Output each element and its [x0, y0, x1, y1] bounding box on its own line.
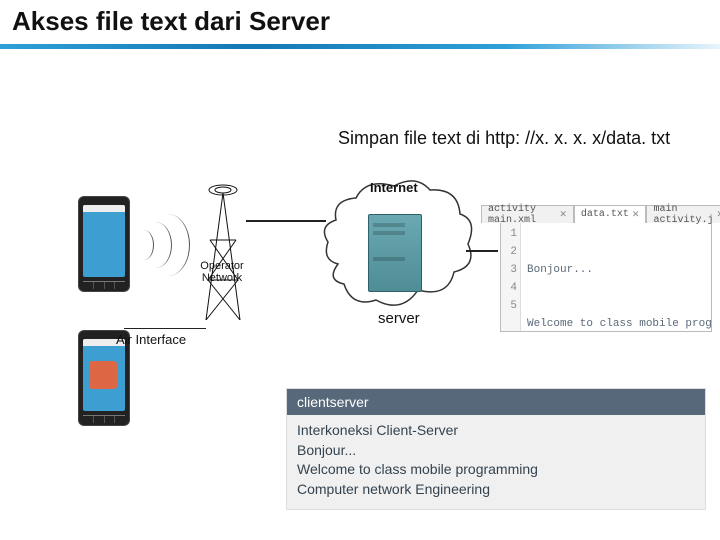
line-number: 1 — [501, 225, 517, 243]
editor-tab-label: data.txt — [581, 209, 629, 220]
radio-waves-icon — [134, 200, 184, 290]
close-icon[interactable]: ✕ — [559, 210, 567, 220]
server-icon — [368, 214, 422, 292]
code-line: Bonjour... — [527, 261, 709, 279]
server-editor-link — [466, 250, 498, 252]
air-interface-link — [124, 328, 206, 329]
server-label: server — [378, 310, 420, 327]
editor-code: Bonjour... Welcome to class mobile progr… — [523, 223, 711, 331]
output-line: Interkoneksi Client-Server — [297, 421, 695, 441]
clientserver-panel: clientserver Interkoneksi Client-Server … — [286, 388, 706, 510]
code-line: Welcome to class mobile programming — [527, 315, 709, 331]
phone-device-a — [78, 196, 130, 292]
line-number: 3 — [501, 261, 517, 279]
close-icon[interactable]: ✕ — [716, 210, 720, 220]
tower-cloud-link — [246, 220, 326, 222]
line-number: 4 — [501, 279, 517, 297]
output-line: Computer network Engineering — [297, 480, 695, 500]
operator-network-label: Operator Network — [192, 260, 252, 284]
cell-tower-icon — [200, 180, 246, 320]
editor-tab[interactable]: main activity.j✕ — [646, 205, 720, 223]
page-title: Akses file text dari Server — [12, 6, 330, 37]
editor-tab[interactable]: activity main.xml✕ — [481, 205, 574, 223]
output-line: Bonjour... — [297, 441, 695, 461]
close-icon[interactable]: ✕ — [632, 210, 640, 220]
network-diagram: Operator Network Air Interface Internet … — [0, 180, 720, 390]
editor-tab-strip: activity main.xml✕ data.txt✕ main activi… — [481, 205, 720, 223]
cloud-label: Internet — [370, 180, 418, 195]
clientserver-title: clientserver — [287, 389, 705, 415]
text-editor: activity main.xml✕ data.txt✕ main activi… — [500, 222, 712, 332]
editor-gutter: 1 2 3 4 5 — [501, 223, 521, 331]
editor-tab[interactable]: data.txt✕ — [574, 205, 647, 223]
air-interface-label: Air Interface — [116, 332, 186, 347]
subtitle: Simpan file text di http: //x. x. x. x/d… — [338, 128, 670, 149]
line-number: 5 — [501, 297, 517, 315]
line-number: 2 — [501, 243, 517, 261]
clientserver-body: Interkoneksi Client-Server Bonjour... We… — [287, 415, 705, 505]
title-divider — [0, 44, 720, 49]
output-line: Welcome to class mobile programming — [297, 460, 695, 480]
